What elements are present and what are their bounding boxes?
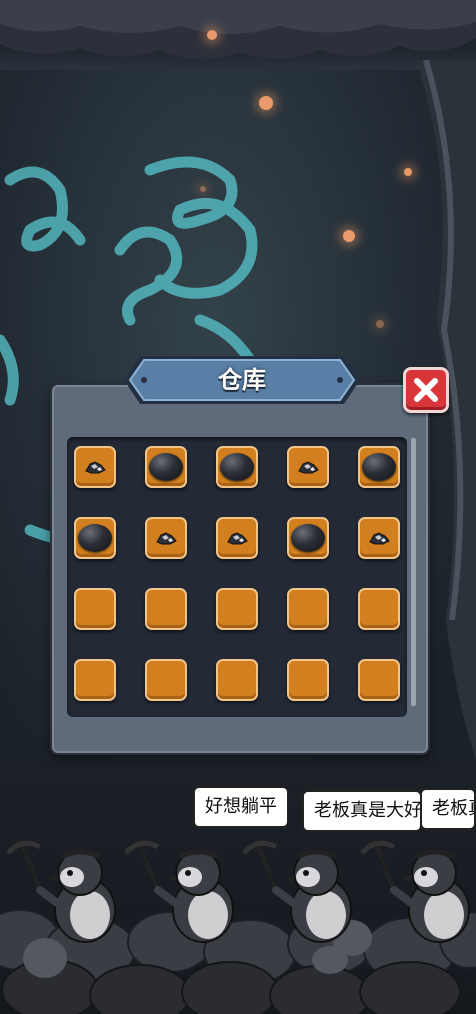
inventory-slot[interactable] bbox=[287, 659, 329, 701]
ember bbox=[376, 320, 384, 328]
inventory-slot[interactable] bbox=[216, 659, 258, 701]
inventory-slot[interactable] bbox=[145, 659, 187, 701]
ore-icon bbox=[369, 532, 390, 545]
inventory-slot[interactable] bbox=[74, 517, 116, 559]
coal-icon bbox=[149, 453, 183, 481]
warehouse-title: 仓库 bbox=[218, 366, 266, 394]
close-button[interactable] bbox=[403, 367, 449, 413]
penguin-miner bbox=[242, 839, 352, 943]
ore-icon bbox=[227, 532, 248, 545]
coal-icon bbox=[291, 524, 325, 552]
ore-icon bbox=[85, 461, 106, 474]
close-x-icon bbox=[414, 378, 438, 402]
penguin-miner bbox=[6, 839, 116, 943]
speech-bubble: 老板真是大好人 bbox=[420, 788, 476, 830]
inventory-slot[interactable] bbox=[145, 446, 187, 488]
inventory-slot[interactable] bbox=[74, 446, 116, 488]
inventory-slot[interactable] bbox=[287, 446, 329, 488]
ember bbox=[200, 186, 206, 192]
penguin-miner bbox=[360, 839, 470, 943]
ember bbox=[343, 230, 355, 242]
ore-icon bbox=[298, 461, 319, 474]
coal-icon bbox=[362, 453, 396, 481]
ember bbox=[207, 30, 217, 40]
inventory-slot[interactable] bbox=[358, 517, 400, 559]
inventory-slot[interactable] bbox=[358, 588, 400, 630]
inventory-scrollbar[interactable] bbox=[411, 438, 416, 706]
coal-icon bbox=[220, 453, 254, 481]
ore-icon bbox=[156, 532, 177, 545]
inventory-slot[interactable] bbox=[145, 588, 187, 630]
inventory-slot[interactable] bbox=[287, 588, 329, 630]
penguin-miner bbox=[124, 839, 234, 943]
inventory-slot[interactable] bbox=[216, 517, 258, 559]
inventory-slot[interactable] bbox=[287, 517, 329, 559]
inventory-slot[interactable] bbox=[145, 517, 187, 559]
speech-bubble: 好想躺平 bbox=[193, 786, 289, 828]
coal-icon bbox=[78, 524, 112, 552]
inventory-slot[interactable] bbox=[358, 659, 400, 701]
inventory-slot[interactable] bbox=[74, 659, 116, 701]
speech-bubble: 老板真是大好人 bbox=[302, 790, 422, 832]
ember bbox=[404, 168, 412, 176]
inventory-slot[interactable] bbox=[74, 588, 116, 630]
inventory-slot[interactable] bbox=[216, 446, 258, 488]
inventory-slot[interactable] bbox=[216, 588, 258, 630]
inventory-slot[interactable] bbox=[358, 446, 400, 488]
ember bbox=[259, 96, 273, 110]
